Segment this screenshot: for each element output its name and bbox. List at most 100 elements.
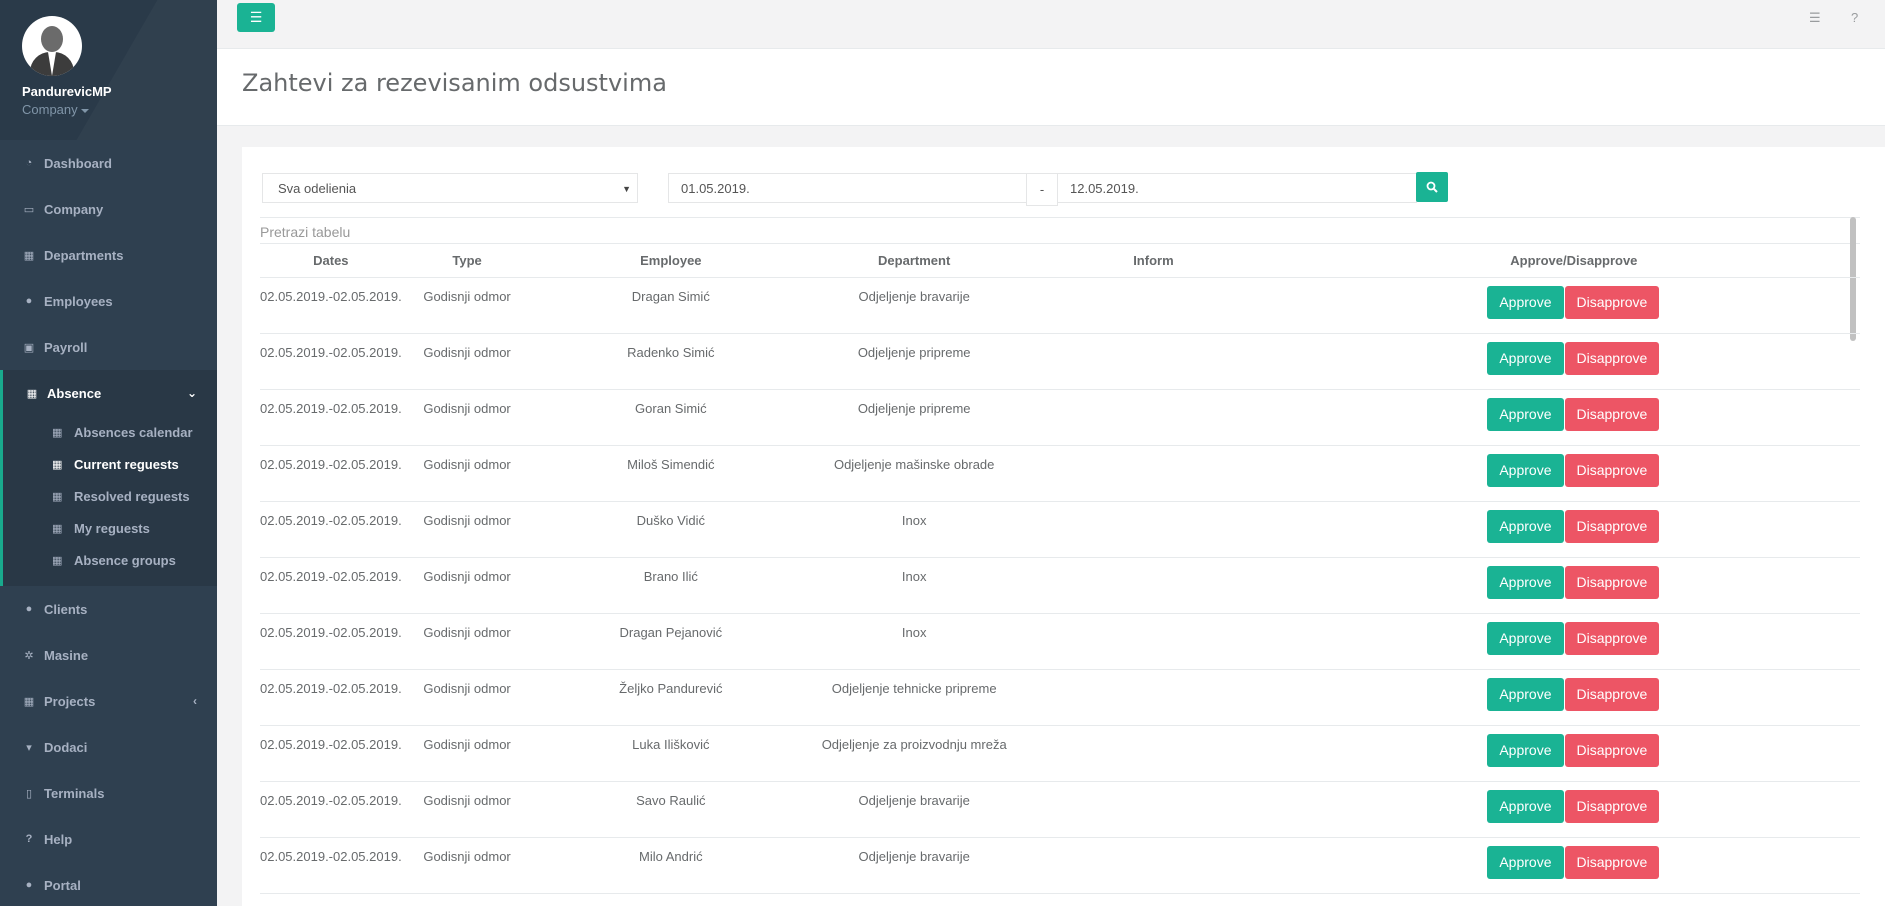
sidebar-subitem-absences-calendar[interactable]: ▦ Absences calendar [3,416,217,448]
column-header-employee[interactable]: Employee [532,245,810,278]
table-row: 02.05.2019.-02.05.2019. Godisnji odmor Dra… [260,613,1860,670]
menu-toggle-button[interactable]: ☰ [237,3,275,32]
disapprove-button[interactable]: Disapprove [1564,341,1660,375]
sidebar-item-masine[interactable]: ✲ Masine [0,632,217,678]
user-icon: ● [25,295,33,307]
table-row: 02.05.2019.-02.05.2019. Godisnji odmor Sav… [260,781,1860,838]
cell-type: Godisnji odmor [401,501,533,558]
hamburger-icon: ☰ [249,9,263,25]
sidebar-nav: ◔ Dashboard ▭ Company ▦ Departments ● Employ… [0,140,217,906]
avatar[interactable] [22,16,82,76]
cell-department: Odjeljenje bravarije [809,781,1020,838]
sidebar-item-dodaci[interactable]: ▾ Dodaci [0,724,217,770]
department-select-value: Sva odelienia [278,181,357,196]
sidebar-item-dashboard[interactable]: ◔ Dashboard [0,140,217,186]
disapprove-button[interactable]: Disapprove [1564,397,1660,431]
sidebar-item-label: Portal [44,877,81,893]
cell-actions: Approve Disapprove [1287,557,1860,614]
disapprove-button[interactable]: Disapprove [1564,285,1660,319]
department-select[interactable]: Sva odelienia ▼ [262,173,638,203]
approve-button[interactable]: Approve [1487,677,1564,711]
approve-button[interactable]: Approve [1487,733,1564,767]
sidebar-subitem-label: Absence groups [74,552,176,568]
profile-company-dropdown[interactable]: Company [22,102,217,117]
cell-dates: 02.05.2019.-02.05.2019. [260,669,402,726]
column-header-dates[interactable]: Dates [260,245,402,278]
approve-button[interactable]: Approve [1487,845,1564,879]
list-icon[interactable]: ☰ [1809,10,1821,26]
table-search-input[interactable]: Pretrazi tabelu [260,217,1860,244]
approve-button[interactable]: Approve [1487,341,1564,375]
column-header-type[interactable]: Type [401,245,533,278]
cell-actions: Approve Disapprove [1287,837,1860,894]
cell-department: Odjeljenje za proizvodnju mreža [809,725,1020,782]
date-from-input[interactable]: 01.05.2019. [668,173,1027,203]
column-header-approve-disapprove[interactable]: Approve/Disapprove [1287,245,1860,278]
cell-actions: Approve Disapprove [1287,445,1860,502]
sidebar-item-absence[interactable]: ▦ Absence ⌄ [3,370,217,416]
disapprove-button[interactable]: Disapprove [1564,453,1660,487]
cell-dates: 02.05.2019.-02.05.2019. [260,389,402,446]
calendar-icon: ▦ [52,458,63,471]
cell-inform [1019,501,1288,558]
chevron-down-icon: ⌄ [186,386,197,400]
profile-panel: PandurevicMP Company [0,0,217,140]
sidebar-item-clients[interactable]: ● Clients [0,586,217,632]
cell-employee: Radenko Simić [532,333,810,390]
disapprove-button[interactable]: Disapprove [1564,565,1660,599]
approve-button[interactable]: Approve [1487,509,1564,543]
cell-type: Godisnji odmor [401,725,533,782]
sidebar-subitem-current-requests[interactable]: ▦ Current reguests [3,448,217,480]
date-to-input[interactable]: 12.05.2019. [1057,173,1417,203]
search-icon [1426,181,1438,193]
cell-type: Godisnji odmor [401,277,533,334]
sidebar-item-projects[interactable]: ▦ Projects ‹ [0,678,217,724]
disapprove-button[interactable]: Disapprove [1564,789,1660,823]
cell-actions: Approve Disapprove [1287,389,1860,446]
sidebar-item-help[interactable]: ? Help [0,816,217,862]
profile-name: PandurevicMP [22,84,112,99]
cell-inform [1019,333,1288,390]
sidebar-item-label: Dashboard [44,155,112,171]
cell-dates: 02.05.2019.-02.05.2019. [260,333,402,390]
sidebar-item-company[interactable]: ▭ Company [0,186,217,232]
approve-button[interactable]: Approve [1487,789,1564,823]
disapprove-button[interactable]: Disapprove [1564,677,1660,711]
cell-actions: Approve Disapprove [1287,501,1860,558]
disapprove-button[interactable]: Disapprove [1564,509,1660,543]
disapprove-button[interactable]: Disapprove [1564,621,1660,655]
help-icon[interactable]: ? [1851,10,1858,25]
column-header-department[interactable]: Department [809,245,1020,278]
sidebar-item-terminals[interactable]: ▯ Terminals [0,770,217,816]
calendar-icon: ▦ [52,426,63,439]
disapprove-button[interactable]: Disapprove [1564,733,1660,767]
cell-department: Odjeljenje pripreme [809,333,1020,390]
requests-table: Dates Type Employee Department Inform Ap… [260,245,1860,894]
desktop-icon: ▭ [23,203,35,216]
column-header-inform[interactable]: Inform [1019,245,1288,278]
cell-department: Odjeljenje tehnicke pripreme [809,669,1020,726]
search-button[interactable] [1416,172,1448,202]
approve-button[interactable]: Approve [1487,285,1564,319]
sidebar-subitem-label: Current reguests [74,456,179,472]
sidebar-subitem-my-requests[interactable]: ▦ My reguests [3,512,217,544]
chevron-left-icon: ‹ [193,694,197,708]
users-icon: ● [25,603,33,615]
cell-inform [1019,613,1288,670]
approve-button[interactable]: Approve [1487,565,1564,599]
approve-button[interactable]: Approve [1487,397,1564,431]
table-row: 02.05.2019.-02.05.2019. Godisnji odmor Rad… [260,333,1860,390]
approve-button[interactable]: Approve [1487,453,1564,487]
sidebar-item-payroll[interactable]: ▣ Payroll [0,324,217,370]
approve-button[interactable]: Approve [1487,621,1564,655]
calendar-icon: ▦ [26,387,38,400]
sidebar-item-departments[interactable]: ▦ Departments [0,232,217,278]
sidebar-subitem-absence-groups[interactable]: ▦ Absence groups [3,544,217,576]
sidebar: PandurevicMP Company ◔ Dashboard ▭ Company… [0,0,217,906]
sidebar-item-portal[interactable]: ● Portal [0,862,217,906]
cell-actions: Approve Disapprove [1287,725,1860,782]
sidebar-subitem-resolved-requests[interactable]: ▦ Resolved reguests [3,480,217,512]
tablet-icon: ▯ [25,787,33,800]
sidebar-item-employees[interactable]: ● Employees [0,278,217,324]
disapprove-button[interactable]: Disapprove [1564,845,1660,879]
